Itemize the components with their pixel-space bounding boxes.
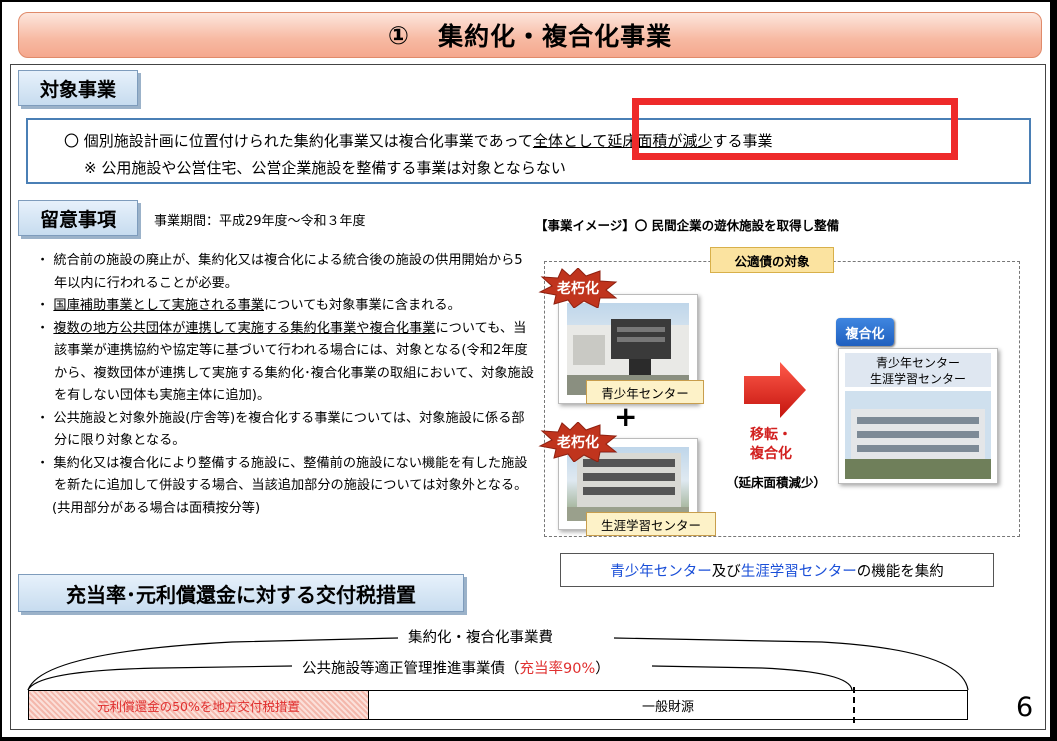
tax-allocation-portion: 元利償還金の50%を地方交付税措置 (29, 691, 369, 719)
project-cost-label: 集約化・複合化事業費 (408, 630, 553, 646)
slide: ① 集約化・複合化事業 対象事業 〇 個別施設計画に位置付けられた集約化事業又は… (2, 2, 1050, 737)
bond-label: 公共施設等適正管理推進事業債（充当率90%） (302, 657, 610, 678)
page-number: 6 (1016, 692, 1034, 723)
bond-prefix: 公共施設等適正管理推進事業債（ (302, 661, 520, 677)
bond-rate: 充当率90% (519, 661, 596, 677)
dashed-divider (853, 687, 855, 723)
general-revenue-text: 一般財源 (641, 699, 694, 715)
bond-suffix: ） (595, 661, 610, 677)
general-revenue-portion: 一般財源 (369, 687, 967, 723)
funding-bar: 元利償還金の50%を地方交付税措置 一般財源 (28, 687, 968, 723)
